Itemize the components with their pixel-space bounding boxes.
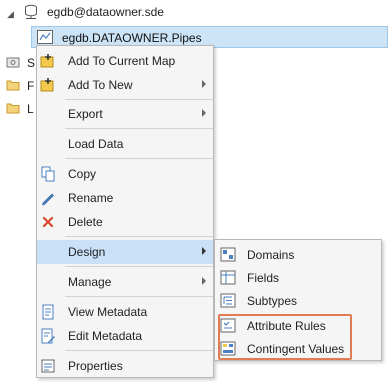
menu-separator: [65, 99, 213, 100]
domains-icon: [220, 247, 236, 262]
tree-item-behind-1[interactable]: S: [2, 52, 38, 74]
submenu-item-fields[interactable]: Fields: [215, 266, 381, 289]
delete-x-icon: [42, 216, 54, 228]
submenu-arrow-icon: [202, 247, 206, 255]
menu-item-copy[interactable]: Copy: [37, 162, 213, 186]
submenu-item-domains[interactable]: Domains: [215, 243, 381, 266]
edit-metadata-icon: [41, 328, 55, 344]
tree-item-behind-label: L: [27, 102, 34, 116]
menu-item-add-to-new[interactable]: Add To New: [37, 73, 213, 97]
copy-icon: [41, 166, 55, 182]
menu-separator: [65, 350, 213, 351]
tree-item-behind-2[interactable]: F: [2, 75, 38, 97]
view-metadata-icon: [42, 304, 54, 320]
menu-item-view-metadata[interactable]: View Metadata: [37, 300, 213, 324]
database-connection-icon: [25, 4, 37, 19]
menu-item-load-data[interactable]: Load Data: [37, 132, 213, 156]
menu-item-delete[interactable]: Delete: [37, 210, 213, 234]
tree-item-behind-label: S: [27, 56, 36, 70]
toolbox-icon: [6, 57, 20, 68]
menu-item-properties[interactable]: Properties: [37, 354, 213, 378]
menu-separator: [65, 296, 213, 297]
menu-separator: [65, 236, 213, 237]
fields-icon: [220, 270, 236, 285]
context-menu: Add To Current Map Add To New Export Loa…: [36, 45, 214, 378]
menu-item-edit-metadata[interactable]: Edit Metadata: [37, 324, 213, 348]
menu-item-export[interactable]: Export: [37, 102, 213, 126]
submenu-arrow-icon: [202, 277, 206, 285]
folder-icon: [6, 80, 20, 91]
add-to-new-icon: [40, 78, 54, 92]
menu-separator: [65, 266, 213, 267]
tree-item-behind-label: F: [27, 79, 35, 93]
rename-pencil-icon: [42, 193, 54, 206]
collapse-icon[interactable]: ◢: [7, 9, 14, 20]
folder-icon: [6, 103, 20, 114]
menu-item-rename[interactable]: Rename: [37, 186, 213, 210]
properties-icon: [41, 359, 55, 373]
feature-class-icon: [37, 30, 53, 44]
menu-item-add-to-current-map[interactable]: Add To Current Map: [37, 49, 213, 73]
menu-item-design[interactable]: Design: [37, 240, 213, 264]
subtypes-icon: [220, 293, 236, 308]
add-to-map-icon: [40, 54, 54, 68]
tree-item-behind-3[interactable]: L: [2, 98, 38, 120]
submenu-arrow-icon: [202, 109, 206, 117]
menu-separator: [65, 128, 213, 129]
submenu-arrow-icon: [202, 80, 206, 88]
submenu-item-subtypes[interactable]: Subtypes: [215, 289, 381, 312]
menu-item-manage[interactable]: Manage: [37, 270, 213, 294]
highlight-callout-box: [218, 314, 352, 360]
menu-separator: [65, 158, 213, 159]
tree-item-label: egdb.DATAOWNER.Pipes: [62, 31, 202, 45]
tree-root-row[interactable]: ◢ egdb@dataowner.sde: [0, 0, 388, 24]
tree-root-label: egdb@dataowner.sde: [47, 5, 164, 19]
